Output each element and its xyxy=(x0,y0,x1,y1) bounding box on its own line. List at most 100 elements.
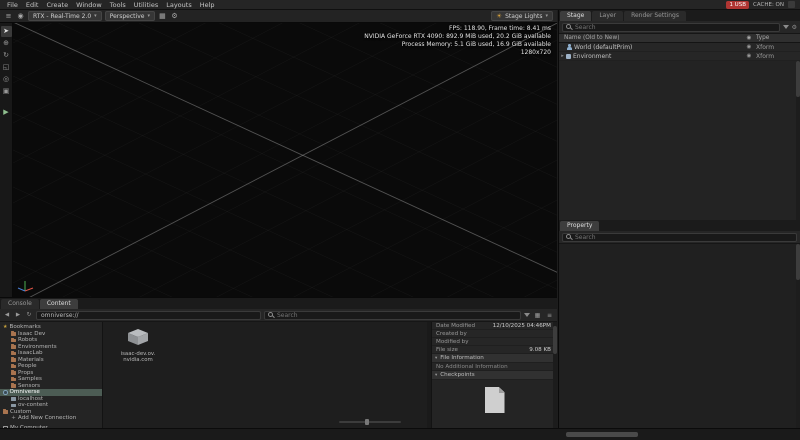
stage-tree-empty-area xyxy=(559,61,800,220)
menu-create[interactable]: Create xyxy=(42,0,72,10)
usb-status-badge[interactable]: 1 USB xyxy=(726,1,749,9)
frame-tool-button[interactable]: ▣ xyxy=(1,86,12,97)
visibility-eye-icon[interactable]: ◉ xyxy=(742,44,756,50)
folder-icon xyxy=(11,339,16,343)
stage-lights-dropdown[interactable]: ☀ Stage Lights ▾ xyxy=(491,11,553,21)
content-search-input[interactable] xyxy=(277,311,517,319)
sun-icon: ☀ xyxy=(496,12,502,20)
tree-label: Isaac Dev xyxy=(18,331,45,337)
file-details-panel: Date Modified 12/10/2025 04:46PM Created… xyxy=(431,322,557,428)
viewport-visibility-icon[interactable]: ◉ xyxy=(16,10,25,22)
list-view-icon[interactable]: ≡ xyxy=(545,312,554,319)
detail-value: 12/10/2025 04:46PM xyxy=(493,323,557,329)
file-item-server[interactable]: isaac-dev.ov. nvidia.com xyxy=(111,327,165,363)
visibility-eye-icon[interactable]: ◉ xyxy=(742,53,756,59)
tree-label: Samples xyxy=(18,376,42,382)
content-browser-panel: Console Content ◀ ▶ ↻ omniverse:// ▦ ≡ ★… xyxy=(0,297,557,428)
tab-layer[interactable]: Layer xyxy=(592,11,623,21)
snap-tool-button[interactable]: ◎ xyxy=(1,74,12,85)
property-scrollbar[interactable] xyxy=(796,244,800,428)
viewport-panel: ≡ ◉ RTX - Real-Time 2.0 ▾ Perspective ▾ … xyxy=(0,10,557,297)
viewport-stats-overlay: FPS: 118.90, Frame time: 8.41 ms NVIDIA … xyxy=(364,25,551,57)
tree-label: Bookmarks xyxy=(9,324,40,330)
menu-help[interactable]: Help xyxy=(196,0,219,10)
chevron-down-icon: ▾ xyxy=(545,13,548,19)
tree-label: People xyxy=(18,363,37,369)
gpu-memory-stat: NVIDIA GeForce RTX 4090: 892.9 MiB used,… xyxy=(364,33,551,41)
expander-icon[interactable]: ▸ xyxy=(559,53,566,59)
tab-console[interactable]: Console xyxy=(1,299,39,309)
move-tool-button[interactable]: ⊕ xyxy=(1,38,12,49)
stage-scrollbar[interactable] xyxy=(796,61,800,220)
tab-property[interactable]: Property xyxy=(560,221,599,231)
right-panel: Stage Layer Render Settings ⚙ Name (Old … xyxy=(558,10,800,428)
renderer-dropdown[interactable]: RTX - Real-Time 2.0 ▾ xyxy=(28,11,102,21)
tree-item-add-new-connection[interactable]: +Add New Connection xyxy=(0,415,102,422)
select-tool-button[interactable]: ➤ xyxy=(1,26,12,37)
menubar: File Edit Create Window Tools Utilities … xyxy=(0,0,800,10)
filter-icon[interactable] xyxy=(524,313,530,317)
details-scrollbar[interactable] xyxy=(553,322,557,428)
server-icon xyxy=(11,404,16,408)
viewport-settings-icon[interactable]: ⚙ xyxy=(170,10,179,22)
stage-tab-bar: Stage Layer Render Settings xyxy=(559,10,800,21)
detail-label: Date Modified xyxy=(432,323,493,329)
server-icon xyxy=(11,397,16,401)
camera-dropdown[interactable]: Perspective ▾ xyxy=(105,11,155,21)
tab-render-settings[interactable]: Render Settings xyxy=(624,11,686,21)
stage-search-row: ⚙ xyxy=(559,21,800,34)
tree-label: Materials xyxy=(18,357,44,363)
tree-label: localhost xyxy=(18,396,43,402)
plus-icon: + xyxy=(11,416,16,421)
folder-icon xyxy=(11,332,16,336)
rotate-tool-button[interactable]: ↻ xyxy=(1,50,12,61)
xform-prim-icon xyxy=(566,54,571,59)
grid-toggle-icon[interactable]: ▦ xyxy=(158,10,167,22)
perspective-grid xyxy=(13,23,557,297)
forward-icon[interactable]: ▶ xyxy=(14,312,22,318)
tab-stage[interactable]: Stage xyxy=(560,11,591,21)
refresh-icon[interactable]: ↻ xyxy=(25,312,33,318)
menu-tools[interactable]: Tools xyxy=(106,0,130,10)
detail-date-modified: Date Modified 12/10/2025 04:46PM xyxy=(432,322,557,330)
type-column-header[interactable]: Type xyxy=(756,35,800,41)
star-icon: ★ xyxy=(3,325,7,330)
play-button[interactable]: ▶ xyxy=(1,107,12,118)
stage-row-environment[interactable]: ▸ Environment ◉ Xform xyxy=(559,52,800,61)
stage-row-world[interactable]: World (defaultPrim) ◉ Xform xyxy=(559,43,800,52)
back-icon[interactable]: ◀ xyxy=(3,312,11,318)
search-icon xyxy=(566,234,572,240)
content-browser-toolbar: ◀ ▶ ↻ omniverse:// ▦ ≡ xyxy=(0,309,557,322)
viewport-menu-icon[interactable]: ≡ xyxy=(4,10,13,22)
menu-edit[interactable]: Edit xyxy=(22,0,43,10)
status-bar xyxy=(0,428,800,440)
thumbnail-zoom-slider[interactable] xyxy=(339,421,401,423)
stage-search-input[interactable] xyxy=(575,23,776,31)
slider-thumb[interactable] xyxy=(365,419,369,425)
scale-tool-button[interactable]: ◱ xyxy=(1,62,12,73)
tree-label: Omniverse xyxy=(10,389,40,395)
tab-content[interactable]: Content xyxy=(40,299,78,309)
property-search-input[interactable] xyxy=(575,233,793,241)
tree-label: Add New Connection xyxy=(18,415,76,421)
tree-label: Environments xyxy=(18,344,57,350)
menu-utilities[interactable]: Utilities xyxy=(130,0,162,10)
grid-view-icon[interactable]: ▦ xyxy=(533,312,542,319)
detail-modified-by: Modified by xyxy=(432,338,557,346)
name-column-header[interactable]: Name (Old to New) xyxy=(559,35,742,41)
viewport-canvas[interactable]: FPS: 118.90, Frame time: 8.41 ms NVIDIA … xyxy=(13,23,557,297)
section-title: Checkpoints xyxy=(440,372,474,378)
menu-file[interactable]: File xyxy=(3,0,22,10)
menu-layouts[interactable]: Layouts xyxy=(162,0,195,10)
breadcrumb[interactable]: omniverse:// xyxy=(36,311,261,320)
checkpoints-section-header[interactable]: ▾ Checkpoints xyxy=(432,371,557,380)
menu-window[interactable]: Window xyxy=(72,0,106,10)
tree-label: Sensors xyxy=(18,383,40,389)
file-information-section-header[interactable]: ▾ File Information xyxy=(432,354,557,363)
filter-icon[interactable] xyxy=(783,25,789,29)
content-file-grid[interactable]: isaac-dev.ov. nvidia.com xyxy=(103,322,431,428)
chevron-down-icon: ▾ xyxy=(147,13,150,19)
status-icon[interactable] xyxy=(788,1,795,8)
stage-options-icon[interactable]: ⚙ xyxy=(792,24,797,31)
horizontal-scrollbar-thumb[interactable] xyxy=(566,432,638,437)
